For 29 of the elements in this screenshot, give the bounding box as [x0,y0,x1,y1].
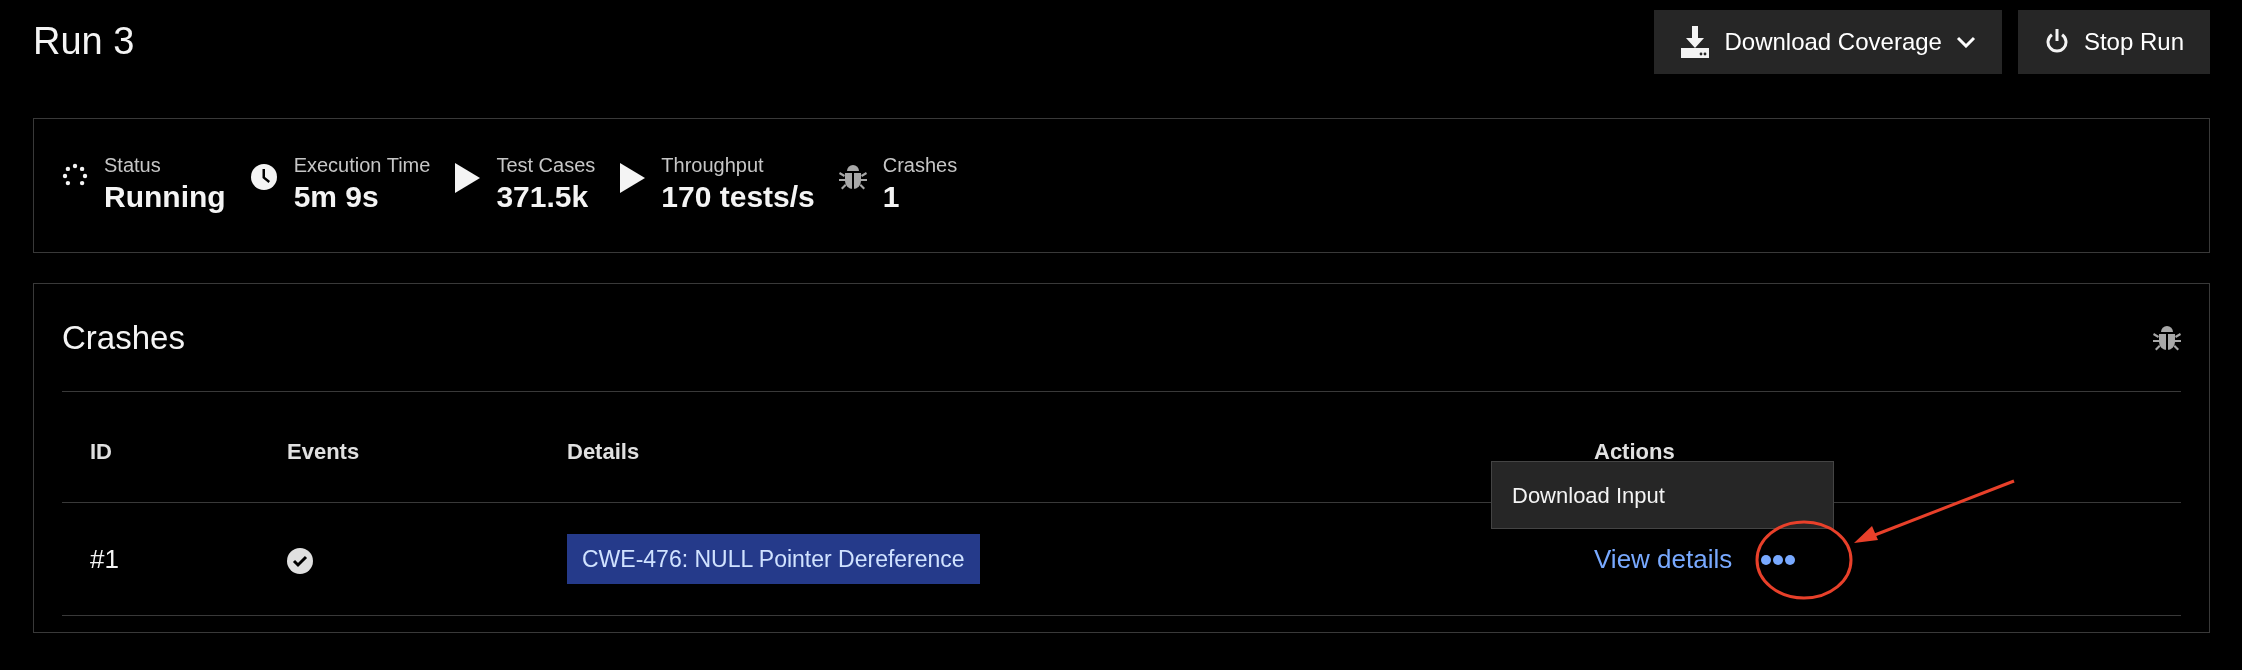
page-title: Run 3 [33,19,135,65]
stat-value: Running [104,179,226,215]
stat-value: 170 tests/s [661,179,815,215]
menu-item[interactable]: Download Input [1491,461,1834,529]
stat-label: Status [104,153,162,177]
stat-label: Throughput [661,153,765,177]
column-header: Events [287,439,360,464]
clock-icon [249,163,278,191]
stat-label: Test Cases [496,153,596,177]
stat-value: 371.5k [496,179,590,215]
column-header: Actions [1594,439,1675,464]
play-icon [454,163,481,193]
play-icon [619,163,646,193]
issue-tag: CWE-476: NULL Pointer Dereference [567,533,980,585]
card-title: Crashes [62,317,185,358]
stat-label: Crashes [882,153,958,177]
bug-icon [838,163,867,191]
table-cell: #1 [90,543,119,574]
overflow-menu-icon [1760,553,1797,566]
stop-run-button[interactable]: Stop Run [2017,10,2210,74]
stat-value: 5m 9s [293,179,380,215]
download-icon [1680,26,1711,58]
view-details-link[interactable]: View details [1594,539,1733,579]
stat-label: Execution Time [293,153,431,177]
stat-value: 1 [882,179,901,215]
bug-icon [2153,323,2181,352]
column-header: ID [90,439,112,464]
download-coverage-button[interactable]: Download Coverage [1654,10,2002,74]
column-header: Details [567,439,640,464]
